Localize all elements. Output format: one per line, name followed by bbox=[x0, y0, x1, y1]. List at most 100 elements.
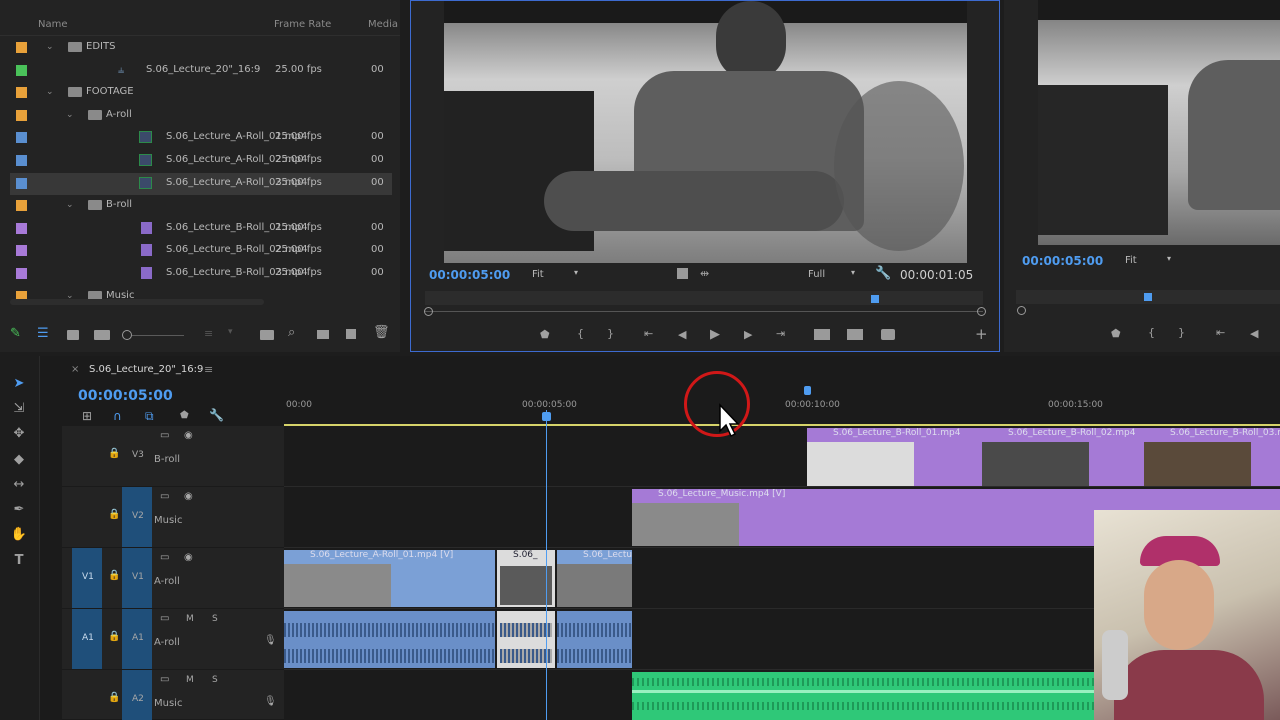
disclosure-triangle-icon[interactable]: ⌄ bbox=[46, 87, 54, 97]
program-playhead[interactable] bbox=[1144, 293, 1152, 301]
project-item[interactable]: ⫨ S.06_Lecture_20"_16:9 25.00 fps 00 bbox=[10, 60, 392, 82]
step-back-icon[interactable]: ◀ bbox=[1250, 327, 1258, 340]
source-patch[interactable]: V1 bbox=[82, 572, 94, 582]
microphone-icon[interactable]: 🎙 bbox=[264, 696, 277, 707]
microphone-icon[interactable]: 🎙 bbox=[264, 635, 277, 646]
step-back-icon[interactable]: ◀ bbox=[678, 328, 686, 341]
wrench-icon[interactable]: 🔧 bbox=[875, 266, 891, 281]
toggle-sync-icon[interactable]: ▭ bbox=[160, 613, 169, 624]
label-color-swatch[interactable] bbox=[16, 42, 27, 53]
label-color-swatch[interactable] bbox=[16, 268, 27, 279]
audio-clip[interactable] bbox=[284, 611, 495, 668]
lock-icon[interactable]: 🔒 bbox=[108, 509, 120, 520]
track-select-tool-icon[interactable]: ⇲ bbox=[10, 401, 28, 419]
wrench-icon[interactable]: 🔧 bbox=[209, 408, 224, 422]
step-forward-icon[interactable]: ▶ bbox=[744, 328, 752, 341]
add-button-icon[interactable]: + bbox=[975, 325, 988, 343]
timeline-timecode[interactable]: 00:00:05:00 bbox=[78, 388, 173, 404]
marker-icon[interactable]: ⬟ bbox=[1111, 327, 1121, 340]
automate-to-sequence-icon[interactable] bbox=[260, 330, 274, 340]
play-icon[interactable]: ▶ bbox=[710, 327, 720, 342]
timeline-clip[interactable]: S.06_Lecture_A-Roll_01.mp4 [V] bbox=[284, 550, 495, 607]
new-item-icon[interactable] bbox=[346, 329, 356, 339]
icon-view-icon[interactable] bbox=[67, 330, 79, 340]
linked-selection-icon[interactable]: ⧉ bbox=[145, 409, 154, 424]
audio-clip[interactable] bbox=[557, 611, 632, 668]
timeline-playhead[interactable] bbox=[546, 410, 547, 720]
ripple-edit-tool-icon[interactable]: ✥ bbox=[10, 426, 28, 444]
marker-icon[interactable]: ⬟ bbox=[540, 328, 550, 341]
project-scrollbar[interactable] bbox=[10, 299, 264, 305]
insert-icon[interactable] bbox=[814, 329, 830, 340]
column-name[interactable]: Name bbox=[38, 19, 68, 30]
toggle-sync-icon[interactable]: ▭ bbox=[160, 430, 169, 441]
pen-tool-icon[interactable]: ✒ bbox=[10, 502, 28, 520]
label-color-swatch[interactable] bbox=[16, 200, 27, 212]
timeline-clip[interactable]: S.06_Lecture_B-Roll_02.mp4 bbox=[982, 428, 1144, 486]
add-marker-icon[interactable]: ⬟ bbox=[180, 410, 189, 421]
source-patch[interactable]: A1 bbox=[82, 633, 94, 643]
source-timecode[interactable]: 00:00:05:00 bbox=[429, 268, 510, 282]
mute-button[interactable]: M bbox=[186, 675, 194, 685]
list-view-icon[interactable]: ☰ bbox=[37, 326, 49, 341]
lock-icon[interactable]: 🔒 bbox=[108, 692, 120, 703]
zoom-start-handle[interactable] bbox=[424, 307, 433, 316]
solo-button[interactable]: S bbox=[212, 675, 218, 685]
zoom-slider[interactable] bbox=[132, 335, 184, 336]
timeline-clip[interactable]: S.06_Lectu bbox=[557, 550, 632, 607]
label-color-swatch[interactable] bbox=[16, 64, 27, 76]
source-video-frame[interactable] bbox=[444, 1, 967, 263]
overwrite-icon[interactable] bbox=[847, 329, 863, 340]
label-color-swatch[interactable] bbox=[16, 155, 27, 166]
chevron-down-icon[interactable]: ▾ bbox=[574, 268, 578, 277]
sort-icon[interactable]: ≡ bbox=[204, 327, 213, 340]
hand-tool-icon[interactable]: ✋ bbox=[10, 527, 28, 545]
eye-icon[interactable]: ◉ bbox=[184, 552, 193, 563]
project-item[interactable]: S.06_Lecture_A-Roll_01.mp4 25.00 fps 00 bbox=[10, 127, 392, 149]
mark-in-icon[interactable]: { bbox=[1148, 326, 1155, 339]
project-item[interactable]: S.06_Lecture_A-Roll_03.mp4 25.00 fps 00 bbox=[10, 172, 392, 195]
pencil-icon[interactable]: ✎ bbox=[10, 326, 21, 341]
chevron-down-icon[interactable]: ▾ bbox=[228, 327, 233, 337]
label-color-swatch[interactable] bbox=[16, 177, 27, 189]
project-folder[interactable]: ⌄ FOOTAGE bbox=[10, 82, 392, 104]
tab-menu-icon[interactable]: ≡ bbox=[204, 363, 213, 376]
eye-icon[interactable]: ◉ bbox=[184, 430, 193, 441]
source-resolution-dropdown[interactable]: Full bbox=[808, 269, 825, 280]
safe-margins-icon[interactable] bbox=[677, 268, 688, 279]
timeline-clip[interactable]: S.06_Lecture_B-Roll_01.mp4 bbox=[807, 428, 982, 486]
zoom-start-handle[interactable] bbox=[1017, 306, 1026, 315]
toggle-sync-icon[interactable]: ▭ bbox=[160, 491, 169, 502]
mute-button[interactable]: M bbox=[186, 614, 194, 624]
snap-icon[interactable]: ∩ bbox=[113, 409, 122, 423]
column-frame-rate[interactable]: Frame Rate bbox=[274, 19, 331, 30]
chevron-down-icon[interactable]: ▾ bbox=[851, 268, 855, 277]
close-icon[interactable]: × bbox=[71, 364, 79, 375]
go-to-in-icon[interactable]: ⇤ bbox=[644, 327, 653, 340]
project-folder[interactable]: ⌄ B-roll bbox=[10, 195, 392, 217]
lock-icon[interactable]: 🔒 bbox=[108, 570, 120, 581]
solo-button[interactable]: S bbox=[212, 614, 218, 624]
project-item[interactable]: S.06_Lecture_B-Roll_01.mp4 25.00 fps 00 bbox=[10, 218, 392, 240]
lock-icon[interactable]: 🔒 bbox=[108, 448, 120, 459]
trash-icon[interactable]: 🗑 bbox=[373, 325, 390, 340]
razor-tool-icon[interactable]: ◆ bbox=[10, 452, 28, 470]
label-color-swatch[interactable] bbox=[16, 132, 27, 144]
time-ruler[interactable]: 00:00 00:00:05:00 00:00:10:00 00:00:15:0… bbox=[284, 386, 1280, 426]
mark-out-icon[interactable]: } bbox=[607, 327, 614, 340]
label-color-swatch[interactable] bbox=[16, 109, 27, 121]
source-zoom-bar[interactable] bbox=[425, 311, 983, 312]
label-color-swatch[interactable] bbox=[16, 87, 27, 99]
zoom-slider-handle[interactable] bbox=[122, 330, 132, 340]
slip-tool-icon[interactable]: ↔ bbox=[10, 477, 28, 495]
program-fit-dropdown[interactable]: Fit bbox=[1125, 255, 1137, 266]
mark-out-icon[interactable]: } bbox=[1178, 326, 1185, 339]
eye-icon[interactable]: ◉ bbox=[184, 491, 193, 502]
nest-icon[interactable]: ⊞ bbox=[82, 409, 92, 423]
source-playhead[interactable] bbox=[871, 295, 879, 303]
toggle-sync-icon[interactable]: ▭ bbox=[160, 552, 169, 563]
insert-drag-icon[interactable]: ⇹ bbox=[700, 267, 709, 280]
label-color-swatch[interactable] bbox=[16, 245, 27, 257]
playhead-handle[interactable] bbox=[542, 412, 551, 421]
project-item[interactable]: S.06_Lecture_B-Roll_03.mp4 25.00 fps 00 bbox=[10, 263, 392, 285]
